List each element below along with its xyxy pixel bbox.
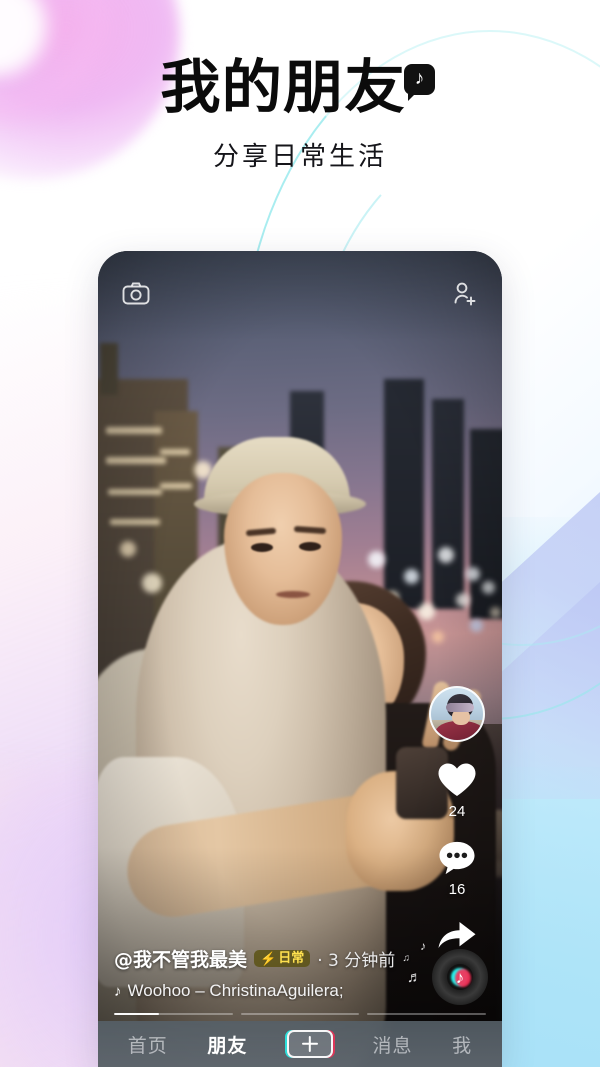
music-disc-button[interactable]: ♪ — [432, 949, 488, 1005]
caption-music-row[interactable]: ♪ Woohoo – ChristinaAguilera; — [114, 981, 406, 1001]
headline-block: 我的朋友 ♪ 分享日常生活 — [0, 57, 600, 173]
comment-count: 16 — [448, 881, 466, 898]
progress-segment-3[interactable] — [367, 1012, 487, 1015]
nav-item-messages[interactable]: 消息 — [373, 1031, 413, 1058]
promo-page: 我的朋友 ♪ 分享日常生活 24 16 @我不管我最美 ⚡ 日常 · 3 分钟前… — [0, 0, 600, 1067]
post-timestamp: · 3 分钟前 — [317, 951, 396, 971]
story-progress — [114, 1012, 487, 1015]
tiktok-disc-icon: ♪ — [447, 964, 473, 990]
caption-block: @我不管我最美 ⚡ 日常 · 3 分钟前 ♪ Woohoo – Christin… — [114, 945, 406, 1001]
nav-item-profile[interactable]: 我 — [452, 1031, 472, 1058]
like-count: 24 — [448, 803, 466, 820]
add-friend-icon[interactable] — [448, 278, 480, 310]
share-arrow-icon — [438, 922, 476, 948]
tiktok-note-icon: ♪ — [404, 64, 435, 101]
music-title: Woohoo – ChristinaAguilera; — [127, 981, 344, 1000]
like-button[interactable]: 24 — [437, 762, 477, 820]
nav-item-friends[interactable]: 朋友 — [207, 1031, 247, 1058]
bottom-navbar: 首页 朋友 消息 我 — [98, 1021, 502, 1067]
caption-meta-row: @我不管我最美 ⚡ 日常 · 3 分钟前 — [114, 945, 406, 972]
heart-icon — [438, 763, 476, 796]
progress-segment-2[interactable] — [240, 1012, 360, 1015]
nav-item-home[interactable]: 首页 — [128, 1031, 168, 1058]
comment-button[interactable]: 16 — [437, 840, 477, 898]
phone-mockup: 24 16 分享 @我不管我最美 — [98, 251, 502, 1067]
phone-topbar — [98, 251, 502, 337]
post-username[interactable]: @我不管我最美 — [114, 945, 247, 972]
progress-segment-1[interactable] — [114, 1012, 233, 1015]
avatar[interactable] — [429, 686, 485, 742]
title-row: 我的朋友 ♪ — [160, 57, 435, 118]
lightning-icon: ⚡ — [260, 951, 277, 966]
page-title: 我的朋友 — [160, 53, 406, 121]
music-note-icon: ♪ — [114, 982, 122, 1000]
camera-icon[interactable] — [120, 278, 152, 310]
page-subtitle: 分享日常生活 — [212, 141, 387, 172]
create-post-button[interactable] — [286, 1030, 333, 1058]
comment-icon — [439, 841, 475, 875]
action-rail: 24 16 分享 — [426, 686, 488, 975]
status-badge: ⚡ 日常 — [254, 950, 311, 967]
badge-label: 日常 — [278, 951, 305, 966]
